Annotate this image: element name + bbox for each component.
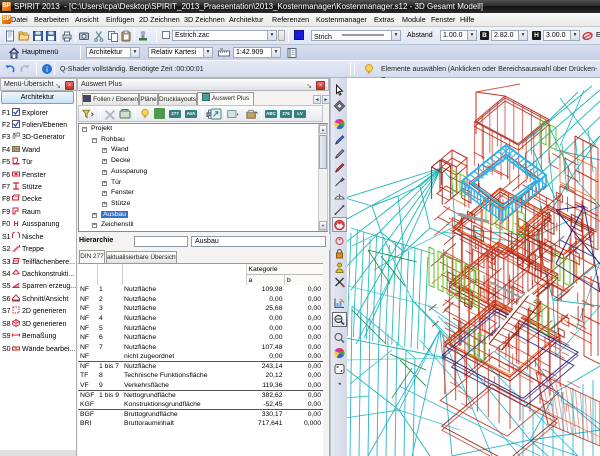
svg-text:H: H xyxy=(13,221,18,227)
svg-text:i: i xyxy=(46,65,48,74)
